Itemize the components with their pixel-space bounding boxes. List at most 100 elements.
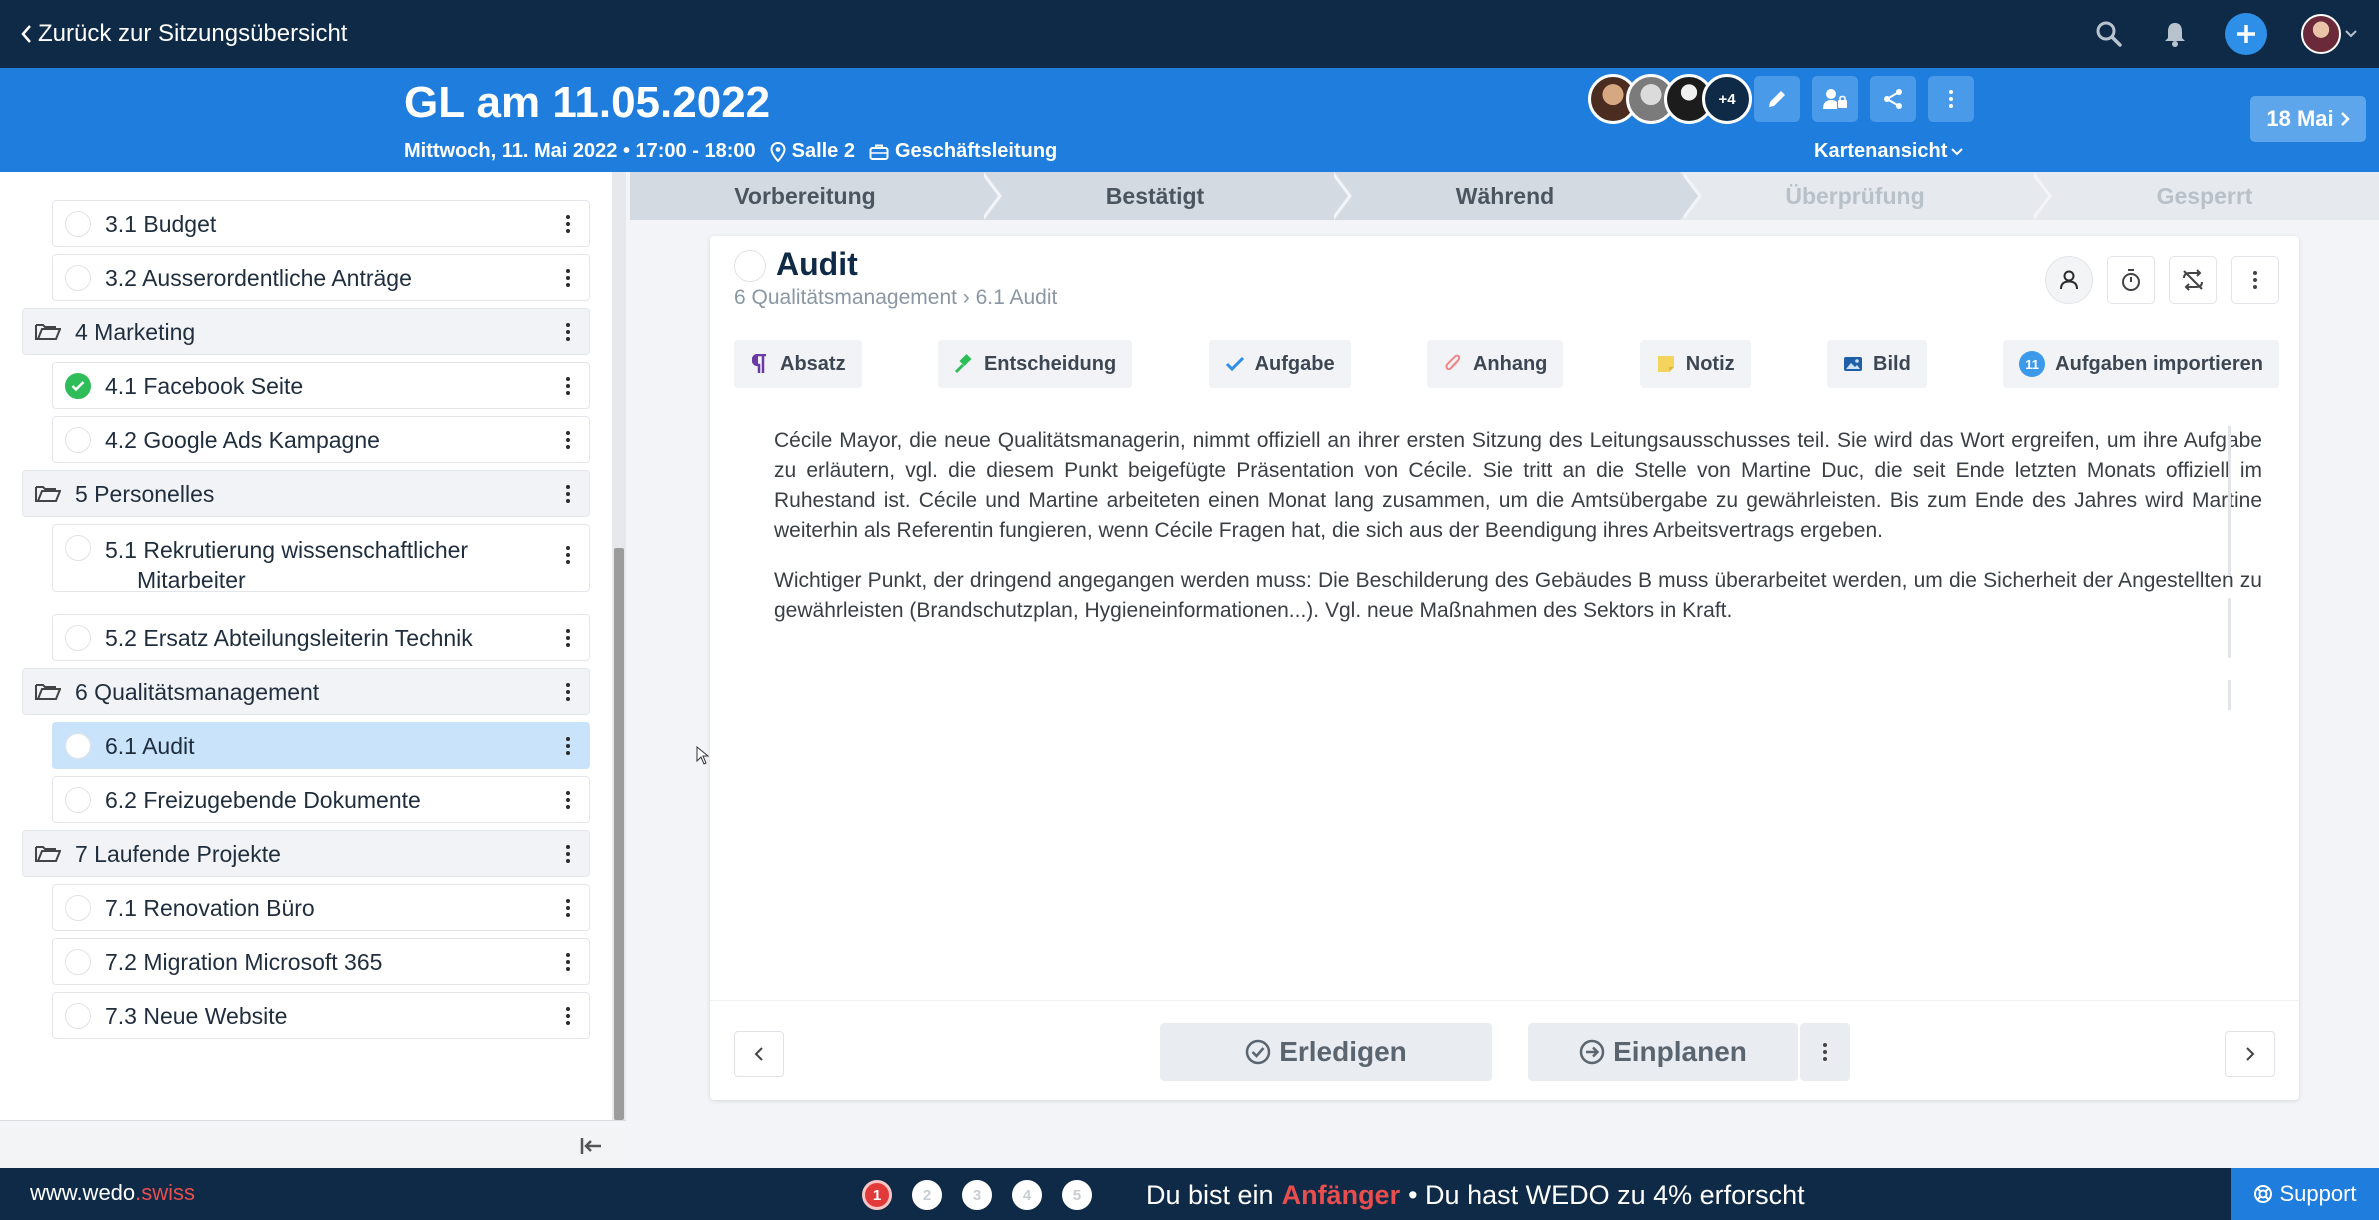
- phase-tab-waehrend[interactable]: Während: [1330, 172, 1702, 220]
- more-vertical-icon[interactable]: [553, 780, 583, 820]
- agenda-item[interactable]: 4.1 Facebook Seite: [52, 362, 590, 409]
- more-vertical-icon[interactable]: [553, 942, 583, 982]
- status-circle[interactable]: [65, 264, 91, 291]
- more-vertical-icon[interactable]: [553, 312, 583, 352]
- add-paragraph-button[interactable]: Absatz: [734, 340, 862, 388]
- image-icon: [1843, 354, 1863, 374]
- topic-status-checkbox[interactable]: [734, 250, 766, 282]
- more-vertical-icon[interactable]: [553, 834, 583, 874]
- more-vertical-icon[interactable]: [553, 618, 583, 658]
- more-vertical-icon[interactable]: [553, 535, 583, 575]
- gavel-icon: [954, 354, 974, 374]
- add-attachment-button[interactable]: Anhang: [1426, 340, 1564, 388]
- scrollbar-thumb[interactable]: [614, 548, 624, 1120]
- agenda-item[interactable]: 5.2 Ersatz Abteilungsleiterin Technik: [52, 614, 590, 661]
- topic-editor[interactable]: Cécile Mayor, die neue Qualitätsmanageri…: [774, 426, 2274, 646]
- status-circle[interactable]: [65, 786, 91, 813]
- share-button[interactable]: [1870, 76, 1916, 122]
- more-vertical-icon[interactable]: [553, 366, 583, 406]
- view-mode-select[interactable]: Kartenansicht: [1814, 140, 1964, 163]
- manage-access-button[interactable]: [1812, 76, 1858, 122]
- collapse-sidebar-button[interactable]: [576, 1131, 606, 1161]
- next-topic-button[interactable]: [2225, 1031, 2275, 1077]
- status-circle[interactable]: [65, 948, 91, 975]
- meeting-more-button[interactable]: [1928, 76, 1974, 122]
- add-task-button[interactable]: Aufgabe: [1208, 340, 1351, 388]
- bell-icon[interactable]: [2159, 18, 2191, 50]
- no-repeat-button[interactable]: [2169, 256, 2217, 304]
- import-tasks-button[interactable]: 11 Aufgaben importieren: [2003, 340, 2279, 388]
- more-vertical-icon[interactable]: [553, 204, 583, 244]
- more-participants-badge[interactable]: +4: [1702, 74, 1752, 124]
- agenda-item[interactable]: 7.3 Neue Website: [52, 992, 590, 1039]
- brand-logo[interactable]: www.wedo.swiss: [30, 1180, 195, 1206]
- agenda-item[interactable]: 3.1 Budget: [52, 200, 590, 247]
- agenda-section[interactable]: 4 Marketing: [22, 308, 590, 355]
- user-menu[interactable]: [2301, 14, 2357, 54]
- sidebar-footer: [0, 1120, 626, 1168]
- assign-presenter-button[interactable]: [2045, 256, 2093, 304]
- more-vertical-icon[interactable]: [553, 726, 583, 766]
- phase-tab-vorbereitung[interactable]: Vorbereitung: [630, 172, 1002, 220]
- paragraph-handle[interactable]: [2228, 598, 2231, 658]
- onboarding-level[interactable]: Du bist ein Anfänger • Du hast WEDO zu 4…: [1146, 1180, 1805, 1211]
- add-image-button[interactable]: Bild: [1827, 340, 1927, 388]
- breadcrumb: 6 Qualitätsmanagement › 6.1 Audit: [734, 286, 1058, 309]
- status-circle[interactable]: [65, 624, 91, 651]
- status-circle[interactable]: [65, 426, 91, 453]
- onboarding-step[interactable]: 2: [912, 1180, 942, 1210]
- more-vertical-icon[interactable]: [553, 420, 583, 460]
- support-button[interactable]: Support: [2231, 1168, 2379, 1220]
- paragraph-handle[interactable]: [2228, 680, 2231, 710]
- agenda-item[interactable]: 5.1 Rekrutierung wissenschaftlicher Mitar…: [52, 524, 590, 593]
- phase-tab-ueberpruefung[interactable]: Überprüfung: [1680, 172, 2052, 220]
- agenda-section[interactable]: 7 Laufende Projekte: [22, 830, 590, 877]
- content-paragraph[interactable]: Wichtiger Punkt, der dringend angegangen…: [774, 566, 2274, 626]
- status-circle[interactable]: [65, 732, 91, 759]
- phase-tab-bestaetigt[interactable]: Bestätigt: [980, 172, 1352, 220]
- more-vertical-icon[interactable]: [553, 996, 583, 1036]
- previous-topic-button[interactable]: [734, 1031, 784, 1077]
- onboarding-step[interactable]: 5: [1062, 1180, 1092, 1210]
- import-tasks-label: Aufgaben importieren: [2055, 352, 2263, 375]
- search-icon[interactable]: [2093, 18, 2125, 50]
- status-circle[interactable]: [65, 894, 91, 921]
- agenda-item[interactable]: 7.1 Renovation Büro: [52, 884, 590, 931]
- status-circle[interactable]: [65, 210, 91, 237]
- next-meeting-button[interactable]: 18 Mai: [2250, 96, 2366, 142]
- phase-tab-gesperrt[interactable]: Gesperrt: [2030, 172, 2379, 220]
- schedule-topic-button[interactable]: Einplanen: [1528, 1023, 1798, 1081]
- more-vertical-icon[interactable]: [553, 888, 583, 928]
- topic-more-button[interactable]: [2231, 256, 2279, 304]
- create-button[interactable]: [2225, 13, 2267, 55]
- onboarding-step[interactable]: 3: [962, 1180, 992, 1210]
- more-vertical-icon[interactable]: [553, 672, 583, 712]
- agenda-item-title: 7.2 Migration Microsoft 365: [105, 948, 383, 975]
- back-to-overview-link[interactable]: Zurück zur Sitzungsübersicht: [20, 20, 347, 48]
- add-note-button[interactable]: Notiz: [1639, 340, 1751, 388]
- topic-title: Audit: [776, 246, 858, 282]
- content-paragraph[interactable]: Cécile Mayor, die neue Qualitätsmanageri…: [774, 426, 2274, 546]
- sidebar-scrollbar[interactable]: [612, 172, 626, 1120]
- complete-topic-button[interactable]: Erledigen: [1160, 1023, 1492, 1081]
- participants-list[interactable]: +4: [1588, 74, 1752, 124]
- timer-button[interactable]: [2107, 256, 2155, 304]
- agenda-item[interactable]: 4.2 Google Ads Kampagne: [52, 416, 590, 463]
- more-vertical-icon[interactable]: [553, 474, 583, 514]
- status-circle[interactable]: [65, 1002, 91, 1029]
- completed-check-icon[interactable]: [65, 372, 91, 399]
- schedule-options-button[interactable]: [1800, 1023, 1850, 1081]
- agenda-section[interactable]: 6 Qualitätsmanagement: [22, 668, 590, 715]
- paragraph-handle[interactable]: [2228, 426, 2231, 576]
- agenda-item[interactable]: 3.2 Ausserordentliche Anträge: [52, 254, 590, 301]
- agenda-item[interactable]: 6.2 Freizugebende Dokumente: [52, 776, 590, 823]
- add-decision-button[interactable]: Entscheidung: [937, 340, 1133, 388]
- agenda-section[interactable]: 5 Personelles: [22, 470, 590, 517]
- onboarding-step[interactable]: 1: [862, 1180, 892, 1210]
- agenda-item[interactable]: 6.1 Audit: [52, 722, 590, 769]
- more-vertical-icon[interactable]: [553, 258, 583, 298]
- onboarding-step[interactable]: 4: [1012, 1180, 1042, 1210]
- status-circle[interactable]: [65, 535, 91, 561]
- agenda-item[interactable]: 7.2 Migration Microsoft 365: [52, 938, 590, 985]
- edit-meeting-button[interactable]: [1754, 76, 1800, 122]
